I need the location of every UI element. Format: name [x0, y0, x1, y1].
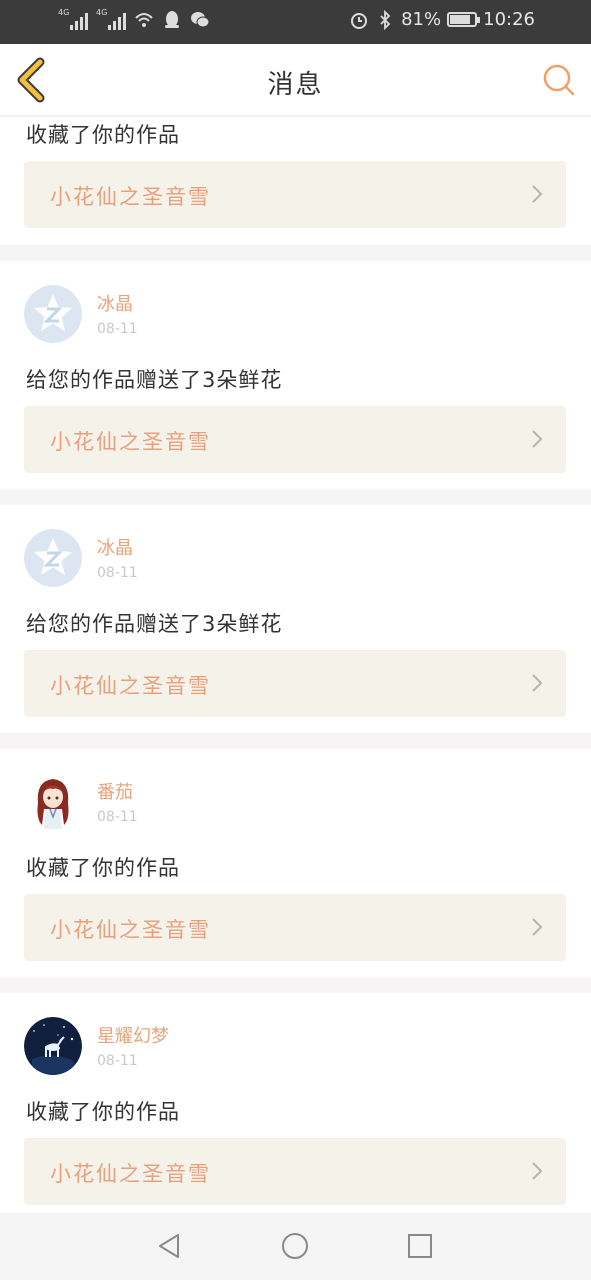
work-title: 小花仙之圣音雪: [50, 1162, 211, 1186]
status-bar: 4G 4G 81% 10:26: [0, 0, 591, 44]
signal-icon: 4G: [58, 8, 88, 30]
list-item: 星耀幻梦 08-11 收藏了你的作品 小花仙之圣音雪: [0, 993, 591, 1213]
wifi-icon: [135, 13, 153, 27]
work-link[interactable]: 小花仙之圣音雪: [24, 161, 566, 228]
work-link[interactable]: 小花仙之圣音雪: [24, 894, 566, 961]
work-link[interactable]: 小花仙之圣音雪: [24, 1138, 566, 1205]
notification-date: 08-11: [97, 565, 138, 581]
user-avatar[interactable]: [24, 773, 82, 831]
chevron-right-icon: [532, 674, 543, 692]
nav-home-icon[interactable]: [280, 1231, 310, 1261]
night-sky-deer-avatar-icon: [24, 1017, 82, 1075]
chevron-right-icon: [532, 185, 543, 203]
work-title: 小花仙之圣音雪: [50, 918, 211, 942]
header: 消息: [0, 44, 591, 116]
chevron-right-icon: [532, 1162, 543, 1180]
battery-percent: 81%: [401, 9, 442, 30]
user-name[interactable]: 番茄: [97, 778, 133, 804]
default-avatar-icon: [24, 285, 82, 343]
bluetooth-icon: [380, 9, 391, 30]
wechat-icon: [191, 12, 210, 28]
alarm-icon: [351, 12, 368, 29]
search-icon[interactable]: [541, 62, 577, 98]
user-name[interactable]: 星耀幻梦: [97, 1022, 169, 1048]
notification-list[interactable]: 收藏了你的作品 小花仙之圣音雪 冰晶 08-11 给您的作品赠送了3朵鲜花 小花…: [0, 117, 591, 1213]
notification-message: 给您的作品赠送了3朵鲜花: [26, 612, 283, 636]
work-link[interactable]: 小花仙之圣音雪: [24, 406, 566, 473]
notification-date: 08-11: [97, 809, 138, 825]
work-title: 小花仙之圣音雪: [50, 430, 211, 454]
signal-icon-2: 4G: [96, 8, 126, 30]
user-avatar[interactable]: [24, 1017, 82, 1075]
list-item: 收藏了你的作品 小花仙之圣音雪: [0, 117, 591, 245]
system-nav-bar: [0, 1213, 591, 1280]
chevron-right-icon: [532, 430, 543, 448]
work-link[interactable]: 小花仙之圣音雪: [24, 650, 566, 717]
list-item: 番茄 08-11 收藏了你的作品 小花仙之圣音雪: [0, 749, 591, 977]
battery-icon: [447, 12, 481, 27]
anime-girl-avatar-icon: [24, 773, 82, 831]
notification-date: 08-11: [97, 1053, 138, 1069]
qq-icon: [165, 11, 179, 28]
chevron-right-icon: [532, 918, 543, 936]
user-avatar[interactable]: [24, 529, 82, 587]
nav-recents-icon[interactable]: [405, 1231, 435, 1261]
notification-message: 收藏了你的作品: [26, 1100, 180, 1124]
user-avatar[interactable]: [24, 285, 82, 343]
user-name[interactable]: 冰晶: [97, 534, 133, 560]
list-item: 冰晶 08-11 给您的作品赠送了3朵鲜花 小花仙之圣音雪: [0, 261, 591, 489]
user-name[interactable]: 冰晶: [97, 290, 133, 316]
list-item: 冰晶 08-11 给您的作品赠送了3朵鲜花 小花仙之圣音雪: [0, 505, 591, 733]
notification-date: 08-11: [97, 321, 138, 337]
default-avatar-icon: [24, 529, 82, 587]
notification-message: 收藏了你的作品: [26, 856, 180, 880]
nav-back-icon[interactable]: [154, 1231, 184, 1261]
work-title: 小花仙之圣音雪: [50, 185, 211, 209]
notification-message: 给您的作品赠送了3朵鲜花: [26, 368, 283, 392]
notification-message: 收藏了你的作品: [26, 123, 180, 147]
page-title: 消息: [267, 70, 324, 100]
work-title: 小花仙之圣音雪: [50, 674, 211, 698]
clock: 10:26: [483, 9, 535, 30]
